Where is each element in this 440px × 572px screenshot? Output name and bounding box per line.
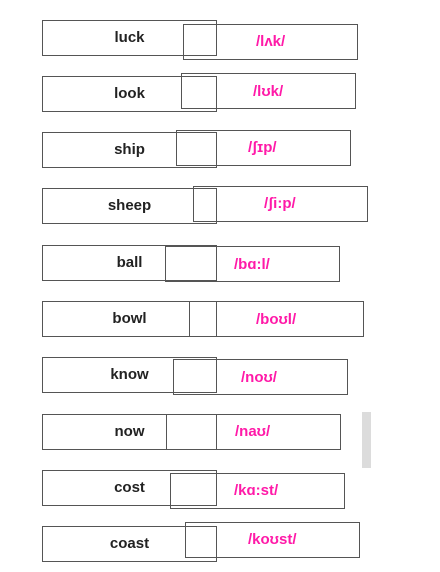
ipa-label: /boʊl/	[256, 311, 297, 328]
ipa-label: /naʊ/	[235, 423, 271, 440]
ipa-label: /lʌk/	[256, 33, 286, 50]
scrollbar[interactable]	[362, 412, 371, 468]
word-label: sheep	[107, 197, 152, 214]
ipa-label: /bɑ:l/	[234, 256, 270, 273]
ipa-label: /noʊ/	[241, 369, 277, 386]
ipa-label: /ʃɪp/	[248, 139, 277, 156]
ipa-label: /koʊst/	[248, 531, 297, 548]
ipa-label: /lʊk/	[253, 83, 284, 100]
ipa-label: /kɑ:st/	[234, 482, 279, 499]
ipa-label: /ʃi:p/	[264, 195, 296, 212]
